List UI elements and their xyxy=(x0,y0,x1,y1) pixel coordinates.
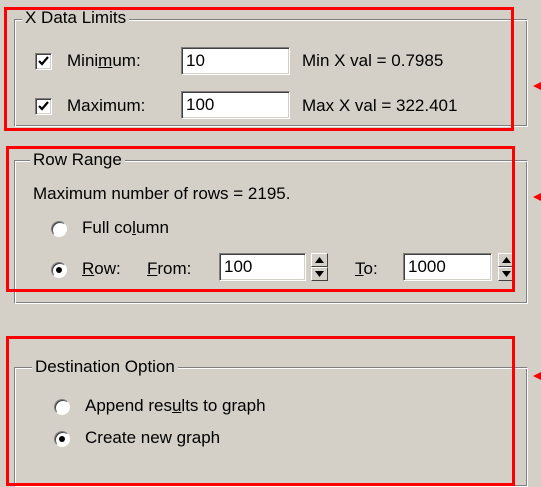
arrow-head-icon xyxy=(533,372,541,380)
arrow-head-icon xyxy=(533,82,541,90)
highlight-row-range xyxy=(6,146,515,292)
highlight-destination-option xyxy=(6,336,515,486)
arrow-head-icon xyxy=(533,193,541,201)
highlight-x-data-limits xyxy=(4,7,514,131)
